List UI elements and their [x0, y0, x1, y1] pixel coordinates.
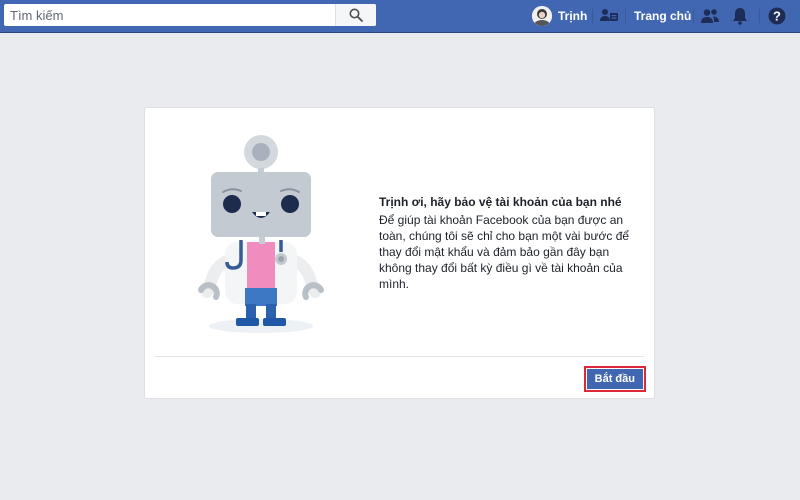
- top-navigation-bar: Trịnh Trang chủ ?: [0, 0, 800, 33]
- home-link[interactable]: Trang chủ: [634, 9, 691, 23]
- profile-name: Trịnh: [558, 9, 588, 23]
- divider: [759, 9, 760, 23]
- doctor-robot-illustration: [198, 135, 324, 333]
- divider: [693, 9, 694, 23]
- search-input[interactable]: [4, 4, 332, 26]
- search-button[interactable]: [335, 4, 376, 26]
- friend-requests-icon[interactable]: [700, 6, 720, 26]
- card-divider: [155, 356, 644, 357]
- svg-text:?: ?: [773, 9, 781, 24]
- start-button-highlight: Bắt đầu: [583, 366, 646, 392]
- find-friends-icon[interactable]: [599, 6, 619, 26]
- divider: [592, 9, 593, 23]
- notifications-bell-icon[interactable]: [730, 6, 750, 26]
- help-icon[interactable]: ?: [767, 6, 787, 26]
- avatar: [532, 6, 552, 26]
- card-title: Trịnh ơi, hãy bảo vệ tài khoản của bạn n…: [379, 195, 622, 209]
- search-icon: [349, 8, 363, 22]
- divider: [625, 9, 626, 23]
- search-box: [4, 4, 376, 26]
- security-checkup-card: Trịnh ơi, hãy bảo vệ tài khoản của bạn n…: [144, 107, 655, 399]
- card-description: Để giúp tài khoản Facebook của bạn được …: [379, 213, 630, 291]
- start-button[interactable]: Bắt đầu: [586, 369, 643, 389]
- profile-link[interactable]: Trịnh: [532, 5, 587, 27]
